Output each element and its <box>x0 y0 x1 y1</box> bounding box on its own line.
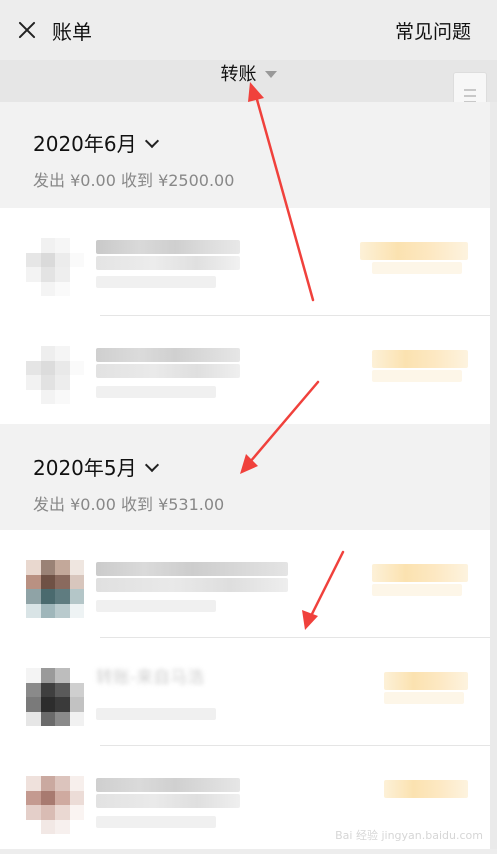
caret-down-icon <box>264 70 277 78</box>
scrollbar-track <box>490 102 497 849</box>
blurred-title <box>96 364 240 378</box>
blurred-title <box>96 240 240 254</box>
filter-label: 转账 <box>220 64 257 85</box>
transaction-row[interactable]: 转账-来自马浩 <box>0 638 490 746</box>
blurred-title: 转账-来自马浩 <box>96 668 205 688</box>
blurred-amount-sub <box>372 584 462 596</box>
blurred-title <box>96 778 240 792</box>
chevron-down-icon <box>144 133 159 148</box>
month-summary: 发出 ¥0.00 收到 ¥2500.00 <box>33 171 235 190</box>
blurred-amount <box>372 350 468 368</box>
avatar <box>26 668 84 726</box>
blurred-amount-sub <box>372 262 462 274</box>
blurred-title <box>96 256 240 270</box>
transaction-row[interactable] <box>0 208 490 316</box>
faq-link[interactable]: 常见问题 <box>395 17 471 44</box>
close-icon[interactable] <box>16 19 38 41</box>
chevron-down-icon <box>144 457 159 472</box>
blurred-title <box>96 578 288 592</box>
page-title: 账单 <box>52 19 92 44</box>
blurred-amount-sub <box>372 370 462 382</box>
blurred-amount <box>384 780 468 798</box>
blurred-date <box>96 816 216 828</box>
month-header-may[interactable]: 2020年5月 发出 ¥0.00 收到 ¥531.00 <box>0 424 490 530</box>
blurred-title <box>96 562 288 576</box>
blurred-amount <box>384 672 468 690</box>
avatar <box>26 238 84 296</box>
filter-bar: 转账 <box>0 60 497 102</box>
month-label: 2020年5月 <box>33 456 137 480</box>
avatar <box>26 776 84 834</box>
top-bar: 账单 常见问题 <box>0 0 497 60</box>
transaction-list-june <box>0 208 490 424</box>
blurred-amount <box>360 242 468 260</box>
transaction-list-may: 转账-来自马浩 <box>0 530 490 849</box>
blurred-title <box>96 794 240 808</box>
month-header-june[interactable]: 2020年6月 发出 ¥0.00 收到 ¥2500.00 <box>0 102 490 208</box>
blurred-date <box>96 600 216 612</box>
watermark: Bai 经验 jingyan.baidu.com <box>335 829 483 842</box>
month-summary: 发出 ¥0.00 收到 ¥531.00 <box>33 495 225 514</box>
month-label: 2020年6月 <box>33 132 137 156</box>
blurred-date <box>96 708 216 720</box>
avatar <box>26 560 84 618</box>
blurred-date <box>96 276 216 288</box>
transaction-row[interactable] <box>0 530 490 638</box>
blurred-amount-sub <box>384 692 464 704</box>
blurred-date <box>96 386 216 398</box>
blurred-amount <box>372 564 468 582</box>
month-selector[interactable]: 2020年5月 <box>33 452 490 481</box>
top-bar-left: 账单 <box>16 16 92 45</box>
blurred-title <box>96 348 240 362</box>
month-selector[interactable]: 2020年6月 <box>33 128 490 157</box>
filter-dropdown[interactable]: 转账 <box>221 60 277 86</box>
avatar <box>26 346 84 404</box>
transaction-row[interactable] <box>0 316 490 424</box>
